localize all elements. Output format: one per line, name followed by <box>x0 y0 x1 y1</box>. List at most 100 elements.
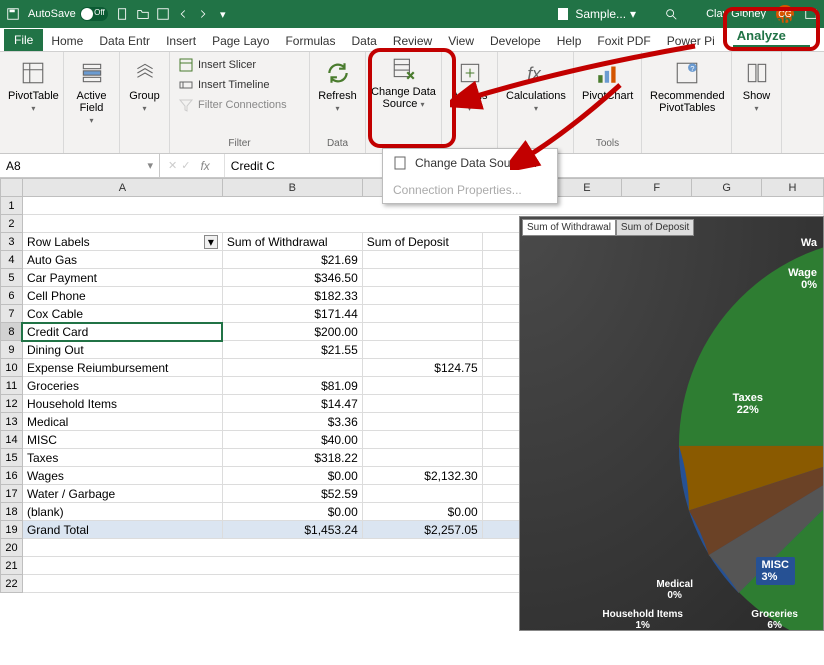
annotation-highlight-tab: PivotTable Analyze <box>723 7 820 51</box>
active-field-button[interactable]: Active Field <box>70 56 113 128</box>
document-title: Sample... ▾ <box>555 6 636 22</box>
table-row[interactable]: Auto Gas <box>22 251 222 269</box>
row-header[interactable]: 1 <box>1 197 23 215</box>
calculations-button[interactable]: fx Calculations <box>504 56 568 116</box>
menu-connection-properties: Connection Properties... <box>383 177 557 203</box>
col-header[interactable]: F <box>622 179 692 197</box>
selected-cell[interactable]: Credit Card <box>22 323 222 341</box>
name-box[interactable]: ▾ <box>0 154 160 177</box>
select-all-corner[interactable] <box>1 179 23 197</box>
chart-tab-withdrawal[interactable]: Sum of Withdrawal <box>522 219 616 236</box>
pivot-col-header[interactable]: Sum of Withdrawal <box>222 233 362 251</box>
tab-developer[interactable]: Develope <box>482 31 549 51</box>
tab-data-entr[interactable]: Data Entr <box>91 31 158 51</box>
change-ds-menu-icon <box>393 155 409 171</box>
table-row[interactable]: Medical <box>22 413 222 431</box>
pivotchart-button[interactable]: PivotChart <box>580 56 635 104</box>
table-row[interactable]: Dining Out <box>22 341 222 359</box>
redo-icon[interactable] <box>196 7 210 21</box>
title-bar: AutoSave Off ▾ Sample... ▾ Clay Gibney C… <box>0 0 824 28</box>
pivotchart-icon <box>595 60 621 86</box>
chart-field-buttons: Sum of Withdrawal Sum of Deposit <box>522 219 694 236</box>
cancel-formula-icon[interactable]: ✕ <box>168 159 177 172</box>
table-row[interactable]: Cell Phone <box>22 287 222 305</box>
insert-slicer-button[interactable]: Insert Slicer <box>176 56 289 74</box>
group-button[interactable]: Group <box>126 56 163 116</box>
actions-button[interactable]: Actions <box>448 56 491 116</box>
col-header[interactable]: H <box>762 179 824 197</box>
refresh-button[interactable]: Refresh <box>316 56 359 116</box>
chevron-down-icon[interactable]: ▾ <box>630 7 636 21</box>
calculations-icon: fx <box>523 60 549 86</box>
chart-tab-deposit[interactable]: Sum of Deposit <box>616 219 694 236</box>
tab-pivottable-analyze[interactable]: PivotTable Analyze <box>733 11 810 47</box>
tab-home[interactable]: Home <box>43 31 91 51</box>
open-folder-icon[interactable] <box>136 7 150 21</box>
show-button[interactable]: Show <box>738 56 775 116</box>
table-row[interactable]: Taxes <box>22 449 222 467</box>
pivot-row-labels-header[interactable]: Row Labels▾ <box>22 233 222 251</box>
col-header[interactable]: B <box>222 179 362 197</box>
pivottable-button[interactable]: PivotTable <box>6 56 61 116</box>
insert-timeline-button[interactable]: Insert Timeline <box>176 76 289 94</box>
group-label-tools: Tools <box>580 138 635 151</box>
table-row[interactable]: MISC <box>22 431 222 449</box>
tab-page-layout[interactable]: Page Layo <box>204 31 277 51</box>
pivot-col-header[interactable]: Sum of Deposit <box>362 233 482 251</box>
table-row[interactable]: Water / Garbage <box>22 485 222 503</box>
tab-foxit[interactable]: Foxit PDF <box>589 31 658 51</box>
group-label-filter: Filter <box>176 138 303 151</box>
tab-review[interactable]: Review <box>385 31 440 51</box>
chevron-down-icon[interactable]: ▾ <box>147 159 153 172</box>
spreadsheet-grid[interactable]: A B C D E F G H 1 2 3 Row Labels▾ Sum of… <box>0 178 824 665</box>
table-row[interactable]: Groceries <box>22 377 222 395</box>
chart-slice-label: Wage0% <box>788 267 817 291</box>
grand-total-row[interactable]: Grand Total <box>22 521 222 539</box>
autosave-toggle-group: AutoSave Off <box>28 7 108 21</box>
accept-formula-icon[interactable]: ✓ <box>181 159 190 172</box>
tab-file[interactable]: File <box>4 29 43 51</box>
chart-slice-label: Medical0% <box>656 579 693 601</box>
tab-insert[interactable]: Insert <box>158 31 204 51</box>
ribbon-tabs: File Home Data Entr Insert Page Layo For… <box>0 28 824 52</box>
table-row[interactable]: Wages <box>22 467 222 485</box>
tab-data[interactable]: Data <box>343 31 384 51</box>
show-icon <box>744 60 770 86</box>
more-icon[interactable]: ▾ <box>216 7 230 21</box>
col-header[interactable]: E <box>552 179 622 197</box>
table-row[interactable]: (blank) <box>22 503 222 521</box>
tab-help[interactable]: Help <box>549 31 590 51</box>
change-data-source-icon <box>391 56 417 82</box>
table-row[interactable]: Car Payment <box>22 269 222 287</box>
table-row[interactable]: Household Items <box>22 395 222 413</box>
chart-slice-label: MISC3% <box>756 557 796 585</box>
table-row[interactable]: Cox Cable <box>22 305 222 323</box>
pivot-chart[interactable]: Sum of Withdrawal Sum of Deposit Wa Wage… <box>519 216 824 631</box>
change-data-source-menu: Change Data Source... Connection Propert… <box>382 148 558 204</box>
recommended-pivottables-button[interactable]: ? Recommended PivotTables <box>648 56 727 116</box>
tab-view[interactable]: View <box>440 31 482 51</box>
col-header[interactable]: A <box>22 179 222 197</box>
menu-change-data-source[interactable]: Change Data Source... <box>383 149 557 177</box>
chart-slice-label: Groceries6% <box>751 609 798 631</box>
col-header[interactable]: G <box>692 179 762 197</box>
name-box-input[interactable] <box>6 159 147 173</box>
save-icon[interactable] <box>6 6 20 22</box>
group-icon <box>132 60 158 86</box>
tab-formulas[interactable]: Formulas <box>277 31 343 51</box>
row-header[interactable]: 3 <box>1 233 23 251</box>
table-row[interactable]: Expense Reiumbursement <box>22 359 222 377</box>
filter-dropdown-icon[interactable]: ▾ <box>204 235 218 249</box>
save-qat-icon[interactable] <box>156 7 170 21</box>
change-data-source-button[interactable]: Change Data Source <box>366 52 441 112</box>
search-icon[interactable] <box>664 7 678 21</box>
tab-power[interactable]: Power Pi <box>659 31 723 51</box>
row-header[interactable]: 2 <box>1 215 23 233</box>
fx-icon[interactable]: fx <box>194 159 215 173</box>
new-file-icon[interactable] <box>116 7 130 21</box>
svg-text:?: ? <box>691 64 695 73</box>
quick-access-toolbar: ▾ <box>116 7 230 21</box>
undo-icon[interactable] <box>176 7 190 21</box>
actions-icon <box>457 60 483 86</box>
autosave-toggle[interactable]: Off <box>80 7 108 21</box>
